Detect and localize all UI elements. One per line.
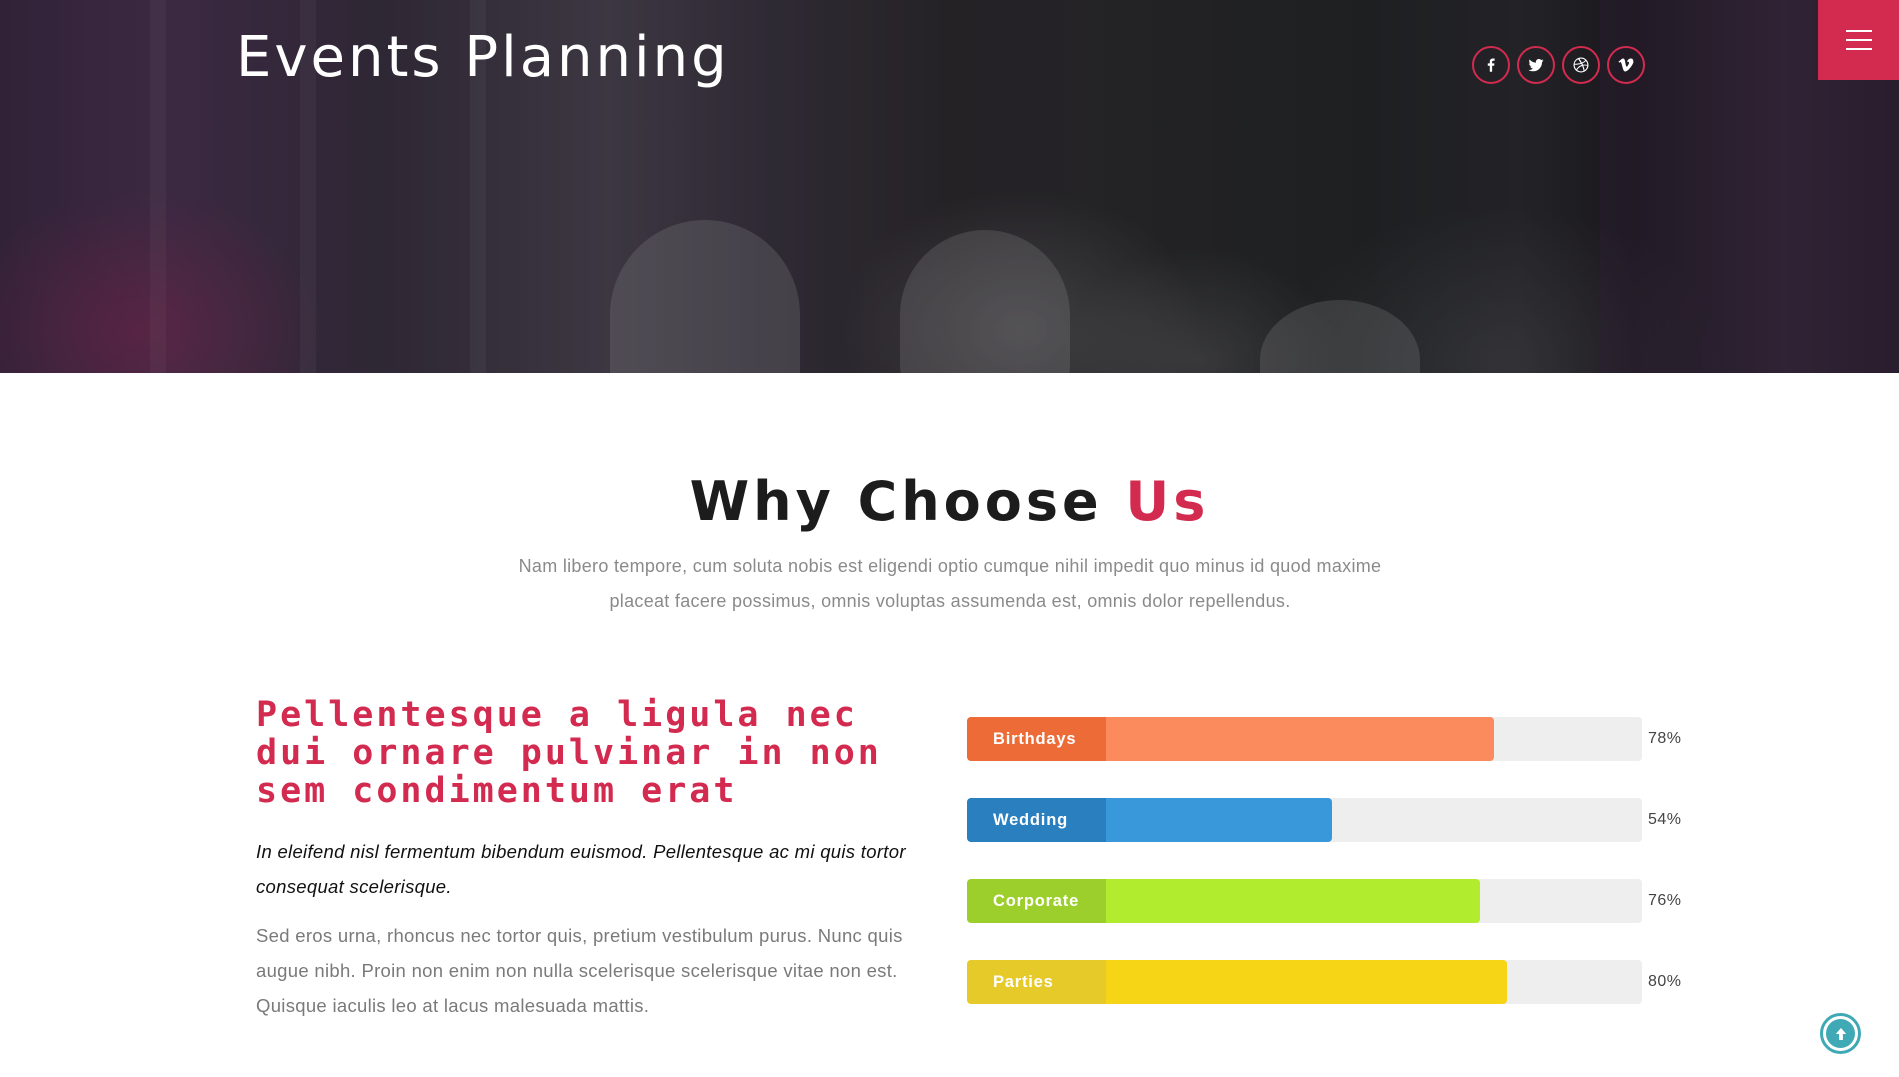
progress-percent: 78% (1648, 730, 1682, 747)
progress-bar-birthdays: Birthdays 78% (967, 717, 1687, 761)
facebook-icon[interactable] (1472, 46, 1510, 84)
section-title-main: Why Choose (689, 470, 1103, 533)
progress-label: Corporate (967, 879, 1106, 923)
progress-percent: 54% (1648, 811, 1682, 828)
progress-track: Parties (967, 960, 1642, 1004)
progress-bar-corporate: Corporate 76% (967, 879, 1687, 923)
progress-percent: 76% (1648, 892, 1682, 909)
progress-label: Wedding (967, 798, 1106, 842)
progress-label: Birthdays (967, 717, 1106, 761)
progress-bar-wedding: Wedding 54% (967, 798, 1687, 842)
progress-track: Wedding (967, 798, 1642, 842)
section-subtitle: Nam libero tempore, cum soluta nobis est… (518, 556, 1382, 611)
dribbble-icon[interactable] (1562, 46, 1600, 84)
progress-bar-parties: Parties 80% (967, 960, 1687, 1004)
hamburger-icon (1845, 30, 1872, 50)
progress-percent: 80% (1648, 973, 1682, 990)
back-to-top-button[interactable] (1820, 1013, 1861, 1054)
site-title[interactable]: Events Planning (236, 25, 730, 90)
intro-italic-text: In eleifend nisl fermentum bibendum euis… (256, 841, 906, 897)
progress-track: Birthdays (967, 717, 1642, 761)
progress-track: Corporate (967, 879, 1642, 923)
arrow-up-circle-icon (1826, 1019, 1855, 1048)
intro-body-text: Sed eros urna, rhoncus nec tortor quis, … (256, 925, 903, 1016)
intro-column: Pellentesque a ligula nec dui ornare pul… (256, 696, 906, 1023)
progress-label: Parties (967, 960, 1106, 1004)
hero-banner: Events Planning (0, 0, 1899, 373)
skills-progress-list: Birthdays 78% Wedding 54% Corporate 76% … (967, 717, 1687, 1041)
twitter-icon[interactable] (1517, 46, 1555, 84)
vimeo-icon[interactable] (1607, 46, 1645, 84)
intro-heading: Pellentesque a ligula nec dui ornare pul… (256, 695, 882, 811)
social-links (1472, 46, 1645, 84)
menu-button[interactable] (1818, 0, 1899, 80)
section-title-accent: Us (1125, 470, 1210, 533)
section-title: Why Choose Us (0, 470, 1899, 533)
